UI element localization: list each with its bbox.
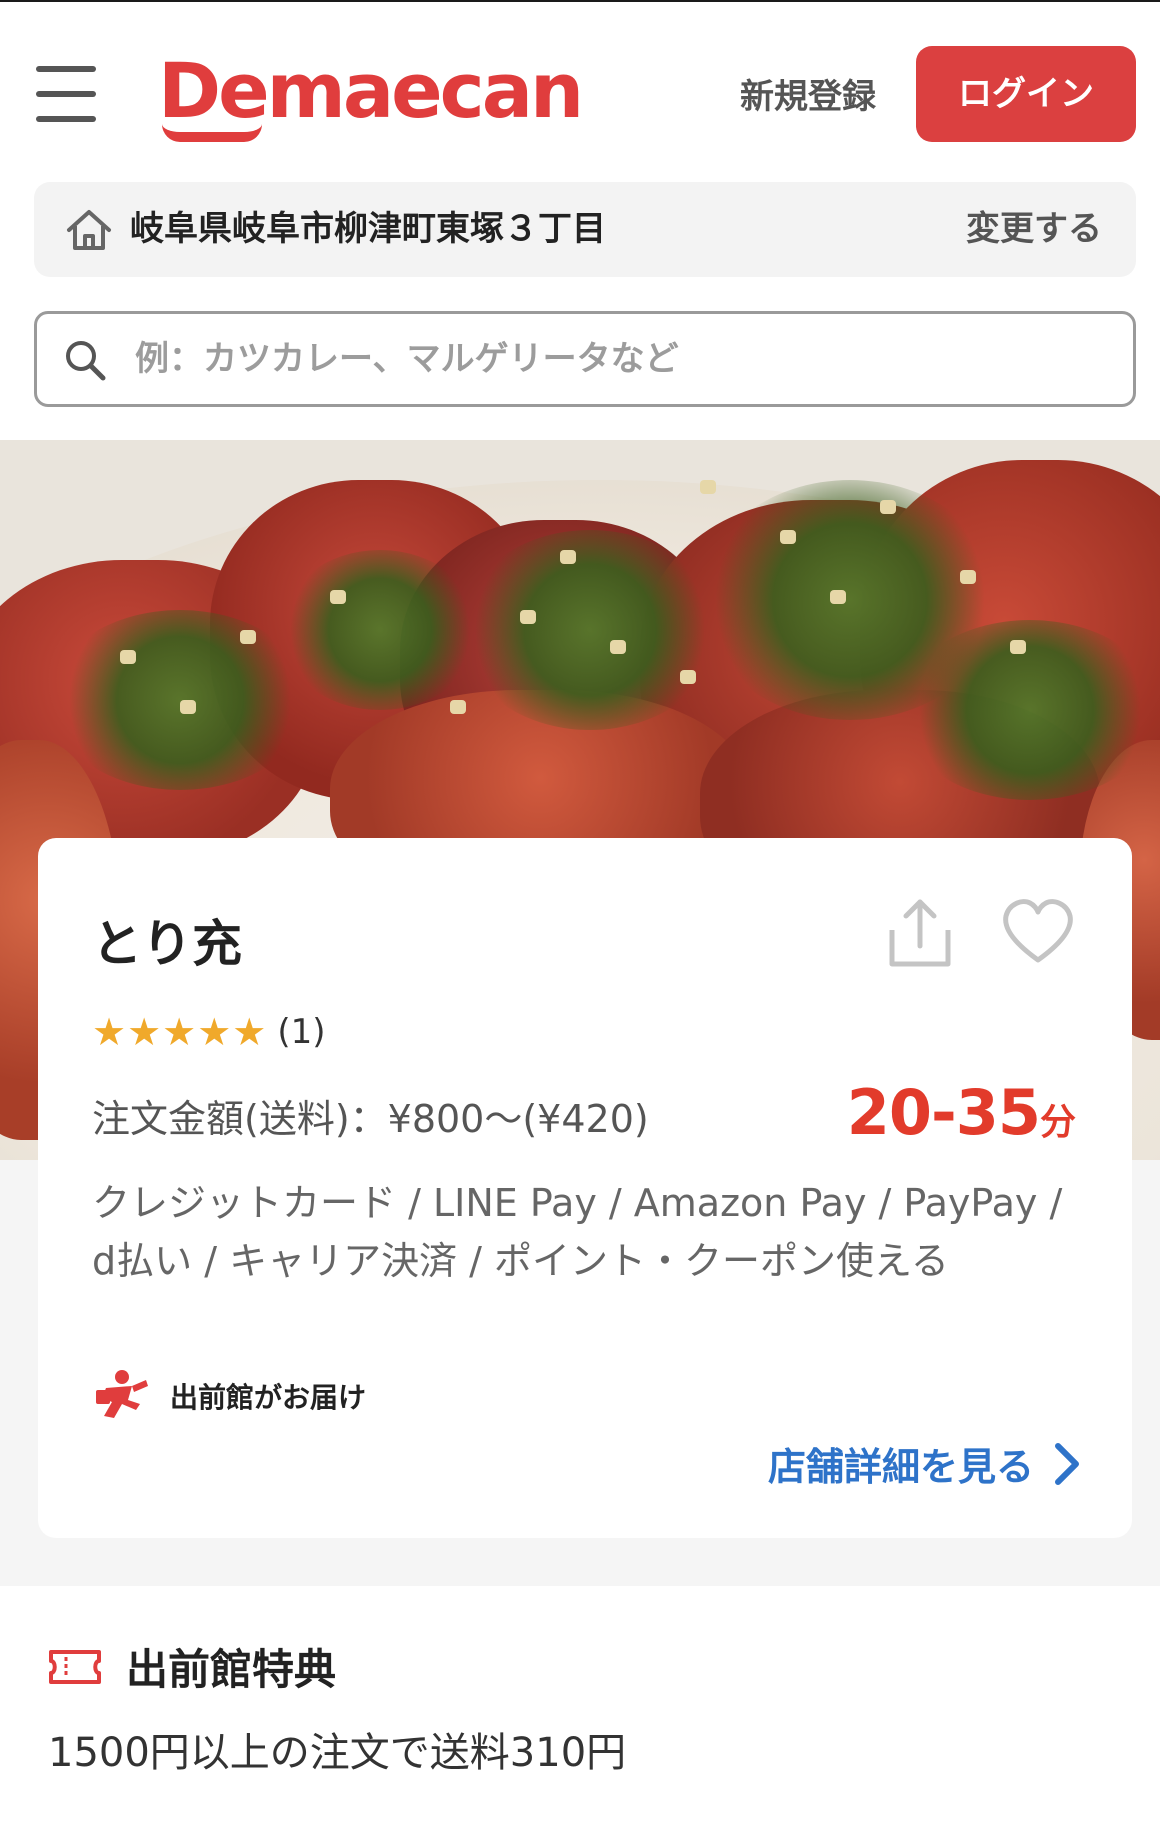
delivered-by-label: 出前館がお届け — [170, 1381, 367, 1414]
perks-title: 出前館特典 — [48, 1636, 336, 1697]
payment-methods: クレジットカード / LINE Pay / Amazon Pay / PayPa… — [92, 1181, 1063, 1283]
perks-heading: 出前館特典 — [126, 1645, 337, 1694]
address-bar[interactable]: 岐阜県岐阜市柳津町東塚３丁目 変更する — [34, 182, 1136, 277]
favorite-heart-icon[interactable] — [1000, 896, 1076, 966]
delivery-time: 20-35分 — [847, 1076, 1076, 1149]
delivery-time-unit: 分 — [1039, 1102, 1076, 1143]
login-button[interactable]: ログイン — [916, 46, 1136, 142]
search-input[interactable] — [135, 328, 1095, 390]
change-address-button[interactable]: 変更する — [966, 204, 1102, 254]
chevron-right-icon — [1055, 1442, 1079, 1485]
store-name: とり充 — [92, 915, 242, 973]
rating-stars-icon: ★★★★★ — [92, 1010, 268, 1054]
store-details-link[interactable]: 店舗詳細を見る — [768, 1436, 1082, 1491]
store-details-label: 店舗詳細を見る — [767, 1445, 1034, 1489]
order-fee: 注文金額(送料)：¥800〜(¥420) — [92, 1097, 649, 1141]
demaecan-logo[interactable]: Demaecan — [158, 48, 584, 142]
signup-link[interactable]: 新規登録 — [740, 72, 876, 122]
store-rating: ★★★★★ (1) — [92, 1010, 326, 1054]
delivered-by-demaecan: 出前館がお届け — [92, 1368, 366, 1424]
demaecan-perks-section: 出前館特典 1500円以上の注文で送料310円 — [0, 1586, 1160, 1829]
delivery-runner-icon — [96, 1370, 148, 1418]
hamburger-menu-icon[interactable] — [36, 66, 96, 122]
header: Demaecan 新規登録 ログイン — [0, 0, 1160, 182]
ticket-icon — [49, 1649, 101, 1684]
search-icon — [66, 341, 106, 381]
search-section — [0, 307, 1160, 440]
store-card: とり充 ★★★★★ (1) 注文金額(送料)：¥800〜(¥420) 20-35… — [38, 838, 1132, 1538]
home-icon — [67, 210, 111, 250]
address-section: 岐阜県岐阜市柳津町東塚３丁目 変更する — [0, 182, 1160, 307]
share-icon[interactable] — [884, 896, 956, 970]
review-count[interactable]: (1) — [277, 1012, 325, 1052]
search-box[interactable] — [34, 311, 1136, 407]
address-text: 岐阜県岐阜市柳津町東塚３丁目 — [130, 209, 606, 249]
perks-description: 1500円以上の注文で送料310円 — [48, 1730, 627, 1776]
delivery-time-value: 20-35 — [846, 1076, 1041, 1149]
